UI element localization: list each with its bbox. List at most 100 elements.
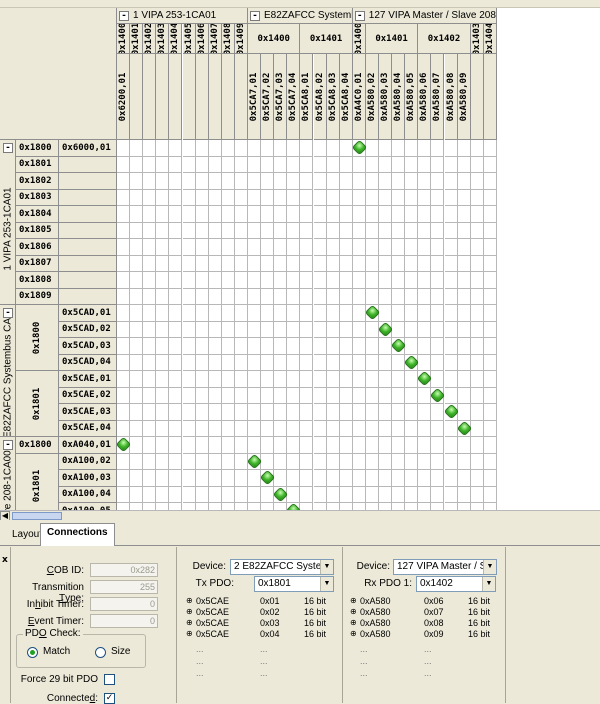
matrix-cell[interactable] — [130, 288, 144, 305]
matrix-cell[interactable] — [418, 354, 432, 371]
matrix-cell[interactable] — [457, 206, 471, 223]
collapse-toggle-icon[interactable]: - — [354, 11, 365, 21]
matrix-cell[interactable] — [457, 371, 471, 388]
matrix-cell[interactable] — [143, 486, 157, 503]
matrix-cell[interactable] — [352, 305, 366, 322]
rx-pdo-select[interactable]: 0x1402 ▼ — [416, 576, 496, 592]
matrix-cell[interactable] — [431, 321, 445, 338]
connected-checkbox[interactable]: ✓ — [104, 693, 115, 704]
matrix-cell[interactable] — [287, 222, 301, 239]
matrix-cell[interactable] — [457, 486, 471, 503]
tx-pdo-select[interactable]: 0x1801 ▼ — [254, 576, 334, 592]
matrix-cell[interactable] — [379, 371, 393, 388]
matrix-cell[interactable] — [130, 255, 144, 272]
matrix-cell[interactable] — [418, 222, 432, 239]
matrix-cell[interactable] — [274, 354, 288, 371]
matrix-cell[interactable] — [392, 255, 406, 272]
matrix-cell[interactable] — [457, 222, 471, 239]
matrix-cell[interactable] — [208, 470, 222, 487]
matrix-cell[interactable] — [352, 272, 366, 289]
matrix-cell[interactable] — [418, 338, 432, 355]
matrix-cell[interactable] — [287, 173, 301, 190]
collapse-toggle-icon[interactable]: - — [3, 440, 13, 450]
matrix-cell[interactable] — [444, 255, 458, 272]
matrix-cell[interactable] — [339, 156, 353, 173]
matrix-cell[interactable] — [248, 255, 262, 272]
matrix-cell[interactable] — [300, 371, 314, 388]
matrix-cell[interactable] — [208, 338, 222, 355]
matrix-cell[interactable] — [143, 206, 157, 223]
matrix-cell[interactable] — [339, 486, 353, 503]
matrix-cell[interactable] — [365, 288, 379, 305]
matrix-cell[interactable] — [379, 222, 393, 239]
tab-connections[interactable]: Connections — [40, 523, 115, 546]
matrix-cell[interactable] — [418, 156, 432, 173]
matrix-cell[interactable] — [234, 321, 248, 338]
matrix-cell[interactable] — [169, 387, 183, 404]
matrix-cell[interactable] — [405, 404, 419, 421]
matrix-cell[interactable] — [300, 222, 314, 239]
matrix-cell[interactable] — [195, 189, 209, 206]
matrix-cell[interactable] — [248, 470, 262, 487]
matrix-cell[interactable] — [182, 404, 196, 421]
size-radio[interactable] — [95, 647, 106, 658]
matrix-cell[interactable] — [379, 453, 393, 470]
matrix-cell[interactable] — [379, 486, 393, 503]
matrix-cell[interactable] — [379, 404, 393, 421]
matrix-cell[interactable] — [117, 156, 131, 173]
matrix-cell[interactable] — [130, 206, 144, 223]
matrix-cell[interactable] — [483, 189, 497, 206]
matrix-cell[interactable] — [365, 338, 379, 355]
matrix-cell[interactable] — [418, 387, 432, 404]
matrix-cell[interactable] — [392, 354, 406, 371]
matrix-cell[interactable] — [130, 222, 144, 239]
matrix-cell[interactable] — [313, 338, 327, 355]
matrix-cell[interactable] — [287, 321, 301, 338]
matrix-cell[interactable] — [156, 387, 170, 404]
matrix-cell[interactable] — [352, 338, 366, 355]
matrix-cell[interactable] — [392, 140, 406, 157]
matrix-cell[interactable] — [248, 486, 262, 503]
matrix-cell[interactable] — [117, 453, 131, 470]
matrix-cell[interactable] — [405, 255, 419, 272]
matrix-cell[interactable] — [287, 305, 301, 322]
matrix-cell[interactable] — [392, 156, 406, 173]
matrix-cell[interactable] — [418, 140, 432, 157]
matrix-cell[interactable] — [156, 404, 170, 421]
matrix-cell[interactable] — [444, 156, 458, 173]
matrix-cell[interactable] — [117, 272, 131, 289]
matrix-cell[interactable] — [313, 173, 327, 190]
matrix-cell[interactable] — [444, 321, 458, 338]
matrix-cell[interactable] — [248, 239, 262, 256]
matrix-cell[interactable] — [261, 305, 275, 322]
matrix-cell[interactable] — [339, 222, 353, 239]
matrix-cell[interactable] — [169, 288, 183, 305]
matrix-cell[interactable] — [156, 272, 170, 289]
matrix-cell[interactable] — [195, 371, 209, 388]
matrix-cell[interactable] — [182, 453, 196, 470]
matrix-cell[interactable] — [143, 354, 157, 371]
matrix-cell[interactable] — [431, 156, 445, 173]
matrix-cell[interactable] — [156, 255, 170, 272]
matrix-cell[interactable] — [221, 189, 235, 206]
matrix-cell[interactable] — [405, 156, 419, 173]
matrix-cell[interactable] — [392, 437, 406, 454]
matrix-cell[interactable] — [195, 272, 209, 289]
matrix-cell[interactable] — [444, 437, 458, 454]
matrix-cell[interactable] — [274, 272, 288, 289]
matrix-cell[interactable] — [457, 453, 471, 470]
matrix-cell[interactable] — [156, 437, 170, 454]
matrix-cell[interactable] — [326, 239, 340, 256]
matrix-cell[interactable] — [248, 404, 262, 421]
matrix-cell[interactable] — [195, 453, 209, 470]
matrix-cell[interactable] — [156, 486, 170, 503]
matrix-cell[interactable] — [234, 371, 248, 388]
matrix-cell[interactable] — [182, 437, 196, 454]
matrix-cell[interactable] — [130, 437, 144, 454]
matrix-cell[interactable] — [143, 437, 157, 454]
matrix-cell[interactable] — [457, 321, 471, 338]
matrix-cell[interactable] — [300, 387, 314, 404]
matrix-cell[interactable] — [274, 437, 288, 454]
matrix-cell[interactable] — [444, 387, 458, 404]
matrix-cell[interactable] — [274, 288, 288, 305]
